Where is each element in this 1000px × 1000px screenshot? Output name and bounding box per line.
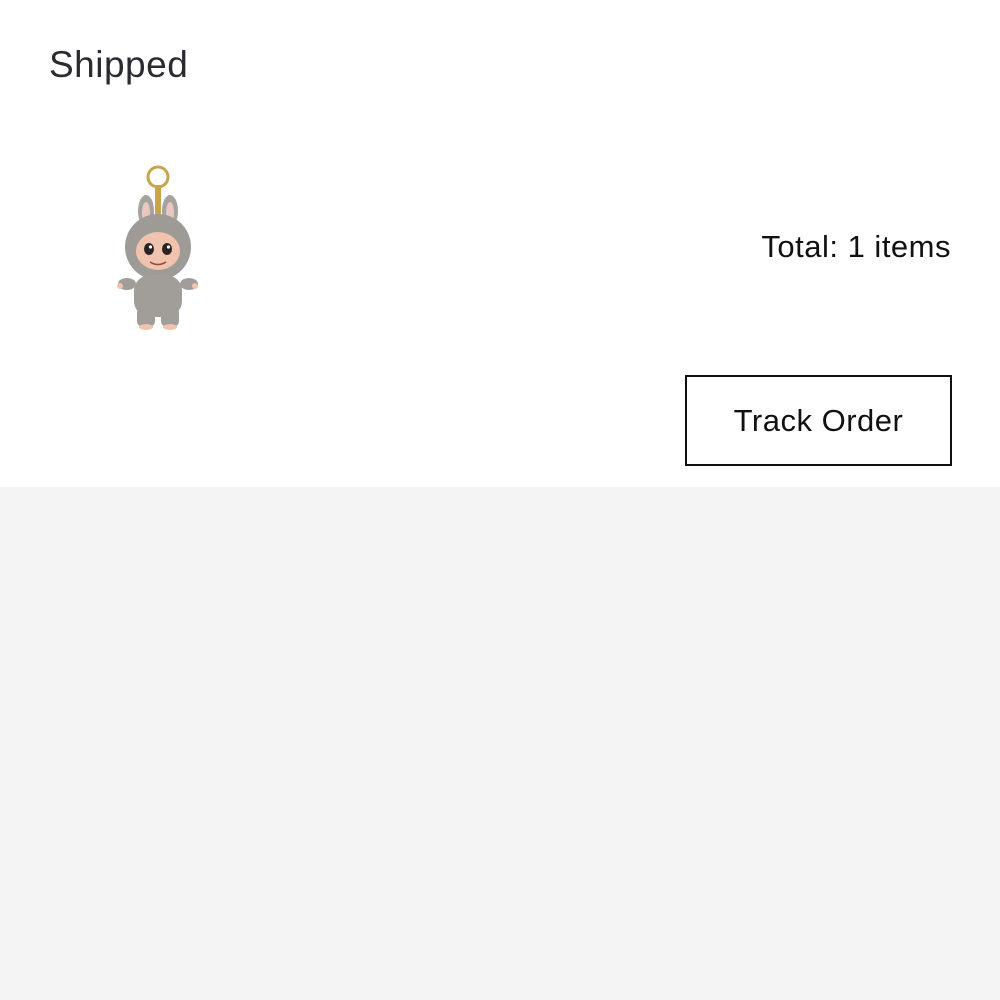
order-card: Shipped Total: 1 items Track Order <box>0 0 1000 487</box>
empty-background <box>0 487 1000 1000</box>
order-total: Total: 1 items <box>761 229 951 264</box>
labubu-plush-keychain-icon <box>117 165 198 330</box>
track-order-button[interactable]: Track Order <box>685 375 952 466</box>
order-status: Shipped <box>49 44 189 85</box>
product-image[interactable] <box>112 163 198 331</box>
